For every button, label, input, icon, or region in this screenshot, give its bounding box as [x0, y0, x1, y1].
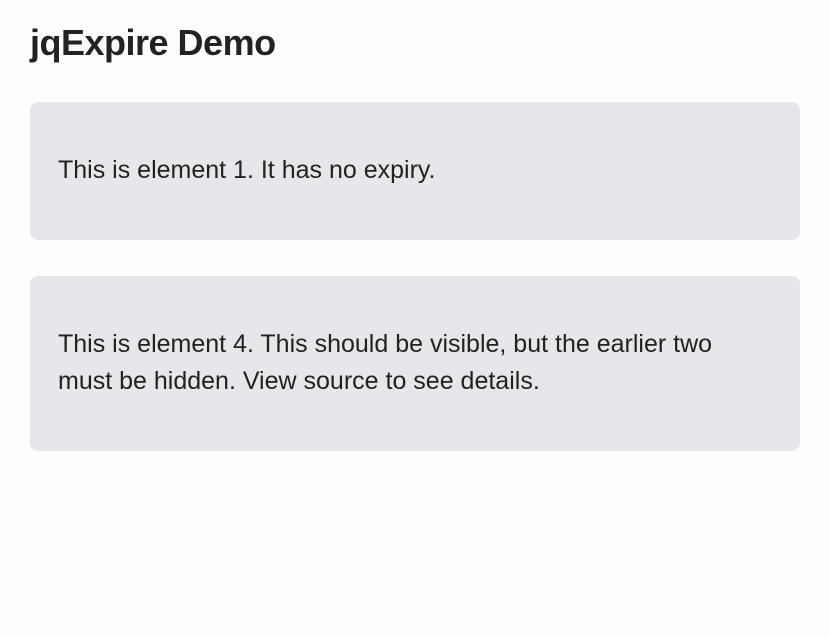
demo-card: This is element 4. This should be visibl… [30, 276, 800, 451]
demo-card-text: This is element 1. It has no expiry. [58, 152, 772, 190]
page-title: jqExpire Demo [30, 22, 800, 64]
demo-card: This is element 1. It has no expiry. [30, 102, 800, 240]
demo-card-text: This is element 4. This should be visibl… [58, 326, 772, 401]
